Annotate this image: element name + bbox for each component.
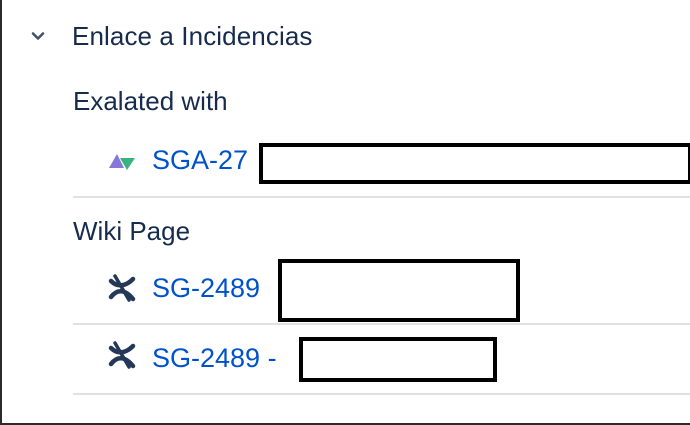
redacted-summary	[299, 337, 497, 382]
link-type-label-wiki-page: Wiki Page	[73, 216, 191, 246]
wiki-page-link[interactable]: SG-2489 -	[152, 343, 277, 374]
linked-issue-link[interactable]: SGA-27	[152, 145, 248, 176]
chevron-down-icon[interactable]	[26, 24, 50, 48]
issue-type-icon	[107, 146, 137, 176]
link-type-label-exalated-with: Exalated with	[73, 86, 228, 116]
issue-links-panel: Enlace a Incidencias Exalated with SGA-2…	[0, 0, 690, 425]
redacted-summary	[278, 259, 520, 322]
issue-links-section-toggle[interactable]: Enlace a Incidencias	[26, 16, 312, 56]
confluence-page-icon	[107, 273, 137, 303]
linked-issue-row: SGA-27	[73, 128, 690, 198]
wiki-page-row: SG-2489 -	[73, 325, 690, 395]
redacted-summary	[259, 143, 690, 184]
wiki-page-link[interactable]: SG-2489	[152, 273, 260, 304]
confluence-page-icon	[107, 340, 137, 370]
section-title: Enlace a Incidencias	[72, 20, 313, 51]
wiki-page-row: SG-2489	[73, 255, 690, 325]
